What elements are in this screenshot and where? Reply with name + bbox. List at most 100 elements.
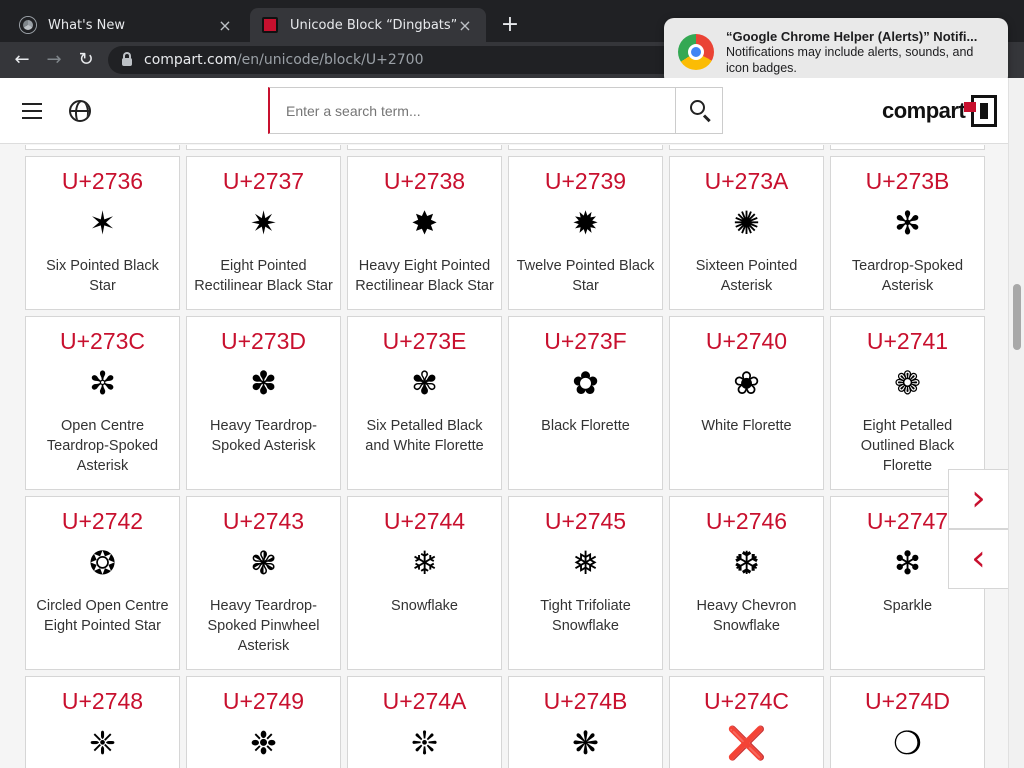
- page-scrollbar[interactable]: [1008, 78, 1024, 768]
- character-glyph: ❁: [894, 364, 921, 402]
- character-glyph: ❋: [572, 724, 599, 762]
- code-point: U+2739: [544, 168, 627, 194]
- character-glyph: ✻: [894, 204, 921, 242]
- code-point: U+2744: [383, 508, 466, 534]
- character-glyph: ❊: [411, 724, 438, 762]
- character-name: Heavy Chevron Snowflake: [696, 598, 797, 634]
- back-button[interactable]: ←: [10, 48, 34, 72]
- code-point: U+273C: [59, 328, 146, 354]
- character-name: Twelve Pointed Black Star: [516, 258, 655, 294]
- character-card[interactable]: U+274D ❍: [830, 676, 985, 768]
- character-card-partial[interactable]: [830, 145, 985, 150]
- tab-close-icon[interactable]: ×: [216, 16, 234, 35]
- character-card[interactable]: U+2746 ❆ Heavy Chevron Snowflake: [669, 496, 824, 670]
- code-point: U+2740: [705, 328, 788, 354]
- new-tab-button[interactable]: +: [498, 14, 522, 38]
- code-point: U+2743: [222, 508, 305, 534]
- character-card[interactable]: U+273F ✿ Black Florette: [508, 316, 663, 490]
- tab-unicode-dingbats[interactable]: Unicode Block “Dingbats” ×: [250, 8, 486, 42]
- character-glyph: ❈: [89, 724, 116, 762]
- hamburger-menu-icon[interactable]: [22, 103, 42, 119]
- search-input[interactable]: [286, 102, 675, 119]
- compart-logo[interactable]: compart: [882, 94, 998, 128]
- character-card[interactable]: U+2740 ❀ White Florette: [669, 316, 824, 490]
- character-card[interactable]: U+274C ❌: [669, 676, 824, 768]
- site-header: compart: [0, 78, 1008, 144]
- character-card-partial[interactable]: [186, 145, 341, 150]
- character-card[interactable]: U+2738 ✸ Heavy Eight Pointed Rectilinear B…: [347, 156, 502, 310]
- character-glyph: ✹: [572, 204, 599, 242]
- character-glyph: ❄: [411, 544, 438, 582]
- character-name: Eight Petalled Outlined Black Florette: [860, 418, 955, 474]
- character-glyph: ❆: [733, 544, 760, 582]
- notification-body: Notifications may include alerts, sounds…: [726, 44, 974, 75]
- character-card[interactable]: U+2743 ❃ Heavy Teardrop-Spoked Pinwheel As…: [186, 496, 341, 670]
- character-card[interactable]: U+2745 ❅ Tight Trifoliate Snowflake: [508, 496, 663, 670]
- prev-page-button[interactable]: ‹: [948, 529, 1009, 589]
- character-name: Heavy Teardrop-Spoked Asterisk: [210, 418, 317, 454]
- character-name: Tight Trifoliate Snowflake: [540, 598, 631, 634]
- character-card-partial[interactable]: [669, 145, 824, 150]
- search-button[interactable]: [675, 87, 723, 134]
- character-card[interactable]: U+274B ❋: [508, 676, 663, 768]
- character-glyph: ❂: [89, 544, 116, 582]
- character-card[interactable]: U+274A ❊: [347, 676, 502, 768]
- code-point: U+273D: [220, 328, 307, 354]
- character-glyph: ✾: [411, 364, 438, 402]
- code-point: U+2745: [544, 508, 627, 534]
- notification-title: “Google Chrome Helper (Alerts)” Notifi..…: [726, 28, 978, 44]
- code-point: U+274C: [703, 688, 790, 714]
- character-card[interactable]: U+2736 ✶ Six Pointed Black Star: [25, 156, 180, 310]
- character-name: Heavy Eight Pointed Rectilinear Black St…: [355, 258, 494, 294]
- character-card[interactable]: U+273A ✺ Sixteen Pointed Asterisk: [669, 156, 824, 310]
- globe-icon[interactable]: [69, 100, 91, 122]
- character-name: Eight Pointed Rectilinear Black Star: [194, 258, 333, 294]
- code-point: U+2742: [61, 508, 144, 534]
- tab-close-icon[interactable]: ×: [456, 16, 474, 35]
- character-card[interactable]: U+2742 ❂ Circled Open Centre Eight Pointed…: [25, 496, 180, 670]
- character-card-partial[interactable]: [25, 145, 180, 150]
- character-glyph: ❅: [572, 544, 599, 582]
- reload-button[interactable]: ↻: [74, 48, 98, 72]
- chevron-left-icon: ‹: [971, 538, 986, 579]
- character-card[interactable]: U+2739 ✹ Twelve Pointed Black Star: [508, 156, 663, 310]
- forward-button[interactable]: →: [42, 48, 66, 72]
- character-name: Circled Open Centre Eight Pointed Star: [36, 598, 169, 634]
- code-point: U+273A: [704, 168, 789, 194]
- character-card[interactable]: U+2741 ❁ Eight Petalled Outlined Black Flo…: [830, 316, 985, 490]
- character-card[interactable]: U+2748 ❈: [25, 676, 180, 768]
- character-card[interactable]: U+273B ✻ Teardrop-Spoked Asterisk: [830, 156, 985, 310]
- code-point: U+273E: [382, 328, 467, 354]
- character-card[interactable]: U+273C ✼ Open Centre Teardrop-Spoked Aster…: [25, 316, 180, 490]
- character-name: Black Florette: [541, 418, 630, 434]
- character-card-partial[interactable]: [347, 145, 502, 150]
- character-name: Teardrop-Spoked Asterisk: [851, 258, 964, 294]
- character-name: Six Petalled Black and White Florette: [365, 418, 484, 454]
- character-name: Open Centre Teardrop-Spoked Asterisk: [46, 418, 159, 474]
- next-page-button[interactable]: ›: [948, 469, 1009, 529]
- compart-logo-icon: [964, 95, 998, 127]
- character-card[interactable]: U+273E ✾ Six Petalled Black and White Flor…: [347, 316, 502, 490]
- character-card[interactable]: U+2744 ❄ Snowflake: [347, 496, 502, 670]
- search-field[interactable]: [268, 87, 676, 134]
- chrome-notification[interactable]: “Google Chrome Helper (Alerts)” Notifi..…: [664, 18, 1008, 86]
- tab-whats-new[interactable]: What's New ×: [8, 8, 246, 42]
- character-card[interactable]: U+2737 ✷ Eight Pointed Rectilinear Black S…: [186, 156, 341, 310]
- character-glyph: ✼: [89, 364, 116, 402]
- character-card[interactable]: U+2749 ❉: [186, 676, 341, 768]
- character-grid: U+2736 ✶ Six Pointed Black Star U+2737 ✷ Eigh…: [0, 145, 1008, 768]
- code-point: U+274A: [382, 688, 467, 714]
- character-glyph: ✿: [572, 364, 599, 402]
- chrome-favicon-icon: [20, 17, 36, 33]
- scrollbar-thumb[interactable]: [1013, 284, 1021, 350]
- code-point: U+2748: [61, 688, 144, 714]
- chevron-right-icon: ›: [971, 478, 986, 519]
- code-point: U+273F: [544, 328, 627, 354]
- code-point: U+274B: [543, 688, 628, 714]
- character-name: Sparkle: [882, 598, 933, 614]
- character-name: Heavy Teardrop-Spoked Pinwheel Asterisk: [207, 598, 320, 654]
- character-name: Sixteen Pointed Asterisk: [695, 258, 798, 294]
- character-card-partial[interactable]: [508, 145, 663, 150]
- code-point: U+2746: [705, 508, 788, 534]
- character-card[interactable]: U+273D ✽ Heavy Teardrop-Spoked Asterisk: [186, 316, 341, 490]
